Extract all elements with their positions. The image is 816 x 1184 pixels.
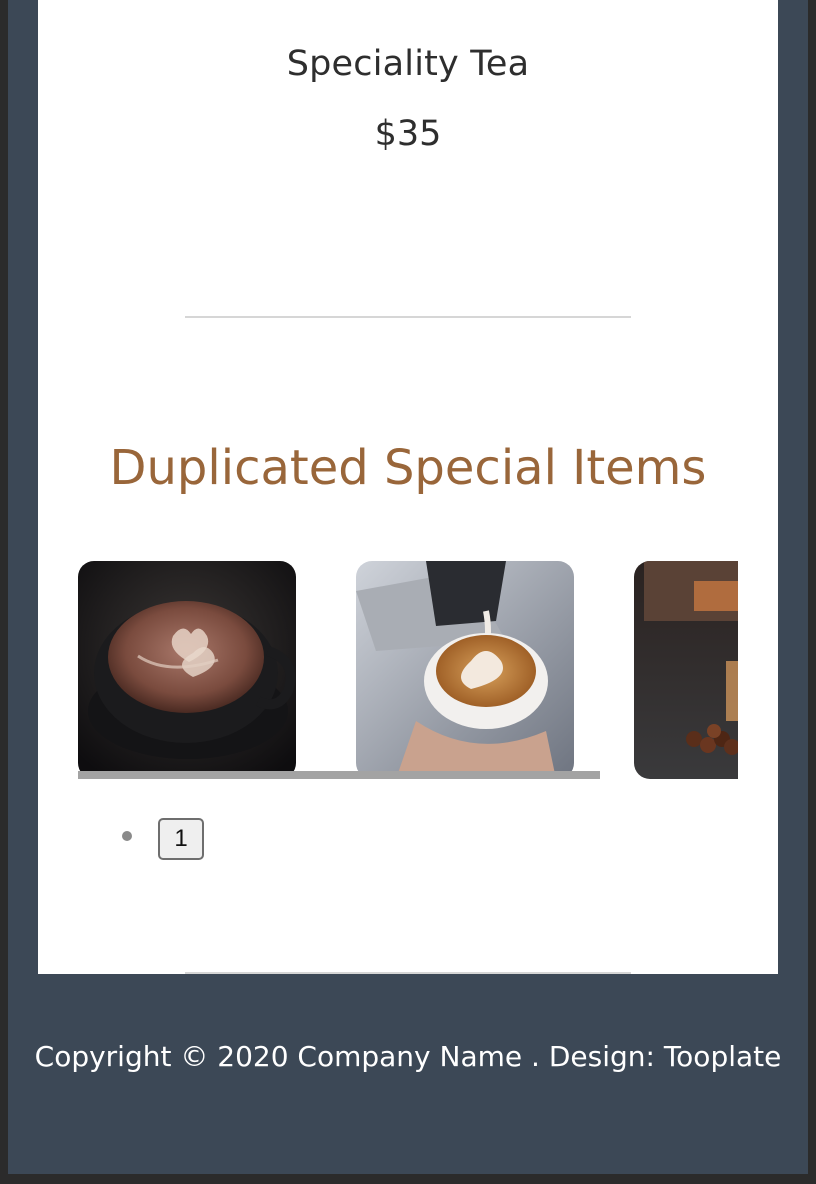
special-items-heading: Duplicated Special Items [109,440,707,496]
pager-bullet [122,831,132,841]
menu-item-name: Speciality Tea [286,44,530,84]
menu-item-price: $35 [374,114,442,154]
special-item-card[interactable] [78,561,296,779]
page-1-button[interactable]: 1 [158,818,204,860]
footer-copyright: Copyright © 2020 Company Name . Design: … [34,1040,782,1073]
carousel-scrollbar[interactable] [78,771,600,779]
main-content: Speciality Tea $35 Duplicated Special It… [38,0,778,974]
section-divider [185,972,631,974]
carousel-pager: 1 [122,818,204,860]
latte-art-hearts-photo [78,561,296,779]
section-divider [185,316,631,318]
special-item-card[interactable] [634,561,738,779]
coffee-beans-photo [634,561,738,779]
latte-pouring-photo [356,561,574,779]
special-item-card[interactable] [356,561,574,779]
special-items-carousel[interactable] [78,561,738,783]
